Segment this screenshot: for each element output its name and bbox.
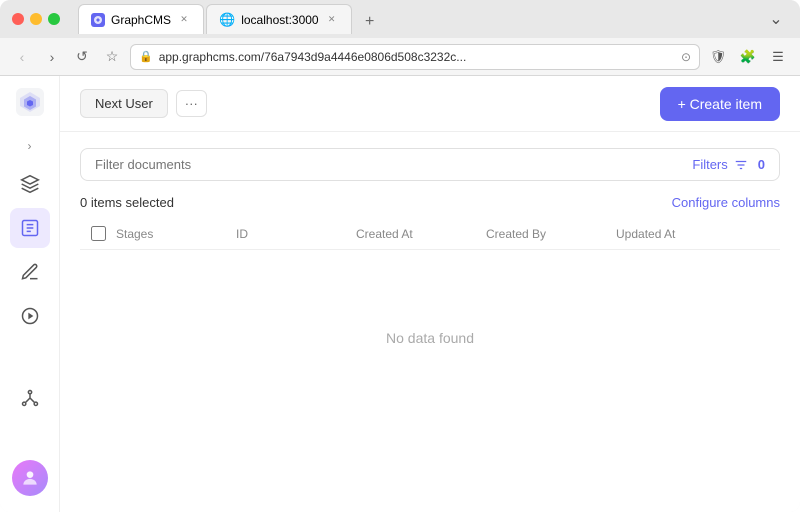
app-content: › (0, 76, 800, 512)
browser-menu-icon[interactable]: ⌄ (764, 7, 788, 31)
new-tab-button[interactable]: + (358, 10, 382, 34)
filter-icon (734, 158, 748, 172)
column-header-stages: Stages (116, 227, 236, 241)
browser-frame: GraphCMS ✕ 🌐 localhost:3000 ✕ + ⌄ ‹ › ↺ … (0, 0, 800, 512)
tab-graphcms-label: GraphCMS (111, 13, 171, 27)
configure-columns-link[interactable]: Configure columns (672, 195, 780, 210)
extensions-icon[interactable]: 🧩 (736, 45, 760, 69)
no-data-message: No data found (80, 250, 780, 426)
tab-graphcms[interactable]: GraphCMS ✕ (78, 4, 204, 34)
minimize-traffic-light[interactable] (30, 13, 42, 25)
column-header-created-at: Created At (356, 227, 486, 241)
bookmark-button[interactable]: ☆ (100, 45, 124, 69)
select-all-checkbox-cell (80, 226, 116, 241)
address-text: app.graphcms.com/76a7943d9a4446e0806d508… (159, 50, 675, 64)
create-item-button[interactable]: + Create item (660, 87, 780, 121)
sidebar-item-api[interactable] (10, 378, 50, 418)
select-all-checkbox[interactable] (91, 226, 106, 241)
graphcms-logo (12, 84, 48, 120)
nav-bar: ‹ › ↺ ☆ 🔒 app.graphcms.com/76a7943d9a444… (0, 38, 800, 76)
tabs-bar: GraphCMS ✕ 🌐 localhost:3000 ✕ + (78, 4, 382, 34)
page-info-icon: ⊙ (681, 50, 691, 64)
browser-settings-icon[interactable]: ☰ (766, 45, 790, 69)
filters-label: Filters (692, 157, 727, 172)
brave-shield-icon[interactable]: 🛡 (706, 45, 730, 69)
selection-row: 0 items selected Configure columns (80, 195, 780, 210)
filters-button[interactable]: Filters 0 (692, 157, 765, 172)
column-header-updated-at: Updated At (616, 227, 780, 241)
toolbar: Next User ··· + Create item (60, 76, 800, 132)
lock-icon: 🔒 (139, 50, 153, 63)
maximize-traffic-light[interactable] (48, 13, 60, 25)
tab-graphcms-close[interactable]: ✕ (177, 13, 191, 27)
sidebar-collapse-button[interactable]: › (16, 132, 44, 160)
column-header-created-by: Created By (486, 227, 616, 241)
title-bar: GraphCMS ✕ 🌐 localhost:3000 ✕ + ⌄ (0, 0, 800, 38)
traffic-lights (12, 13, 60, 25)
close-traffic-light[interactable] (12, 13, 24, 25)
user-avatar[interactable] (12, 460, 48, 496)
sidebar-item-edit[interactable] (10, 208, 50, 248)
forward-button[interactable]: › (40, 45, 64, 69)
tab-localhost-close[interactable]: ✕ (325, 13, 339, 27)
selection-label: 0 items selected (80, 195, 174, 210)
back-button[interactable]: ‹ (10, 45, 34, 69)
sidebar-item-layers[interactable] (10, 164, 50, 204)
sidebar-item-play[interactable] (10, 296, 50, 336)
address-bar[interactable]: 🔒 app.graphcms.com/76a7943d9a4446e0806d5… (130, 44, 700, 70)
next-user-button[interactable]: Next User (80, 89, 168, 118)
column-header-id: ID (236, 227, 356, 241)
tab-localhost-label: localhost:3000 (241, 13, 318, 27)
table-header: Stages ID Created At Created By Updated … (80, 218, 780, 250)
content-area: Filters 0 0 items selected Configure col… (60, 132, 800, 512)
sidebar-item-pen[interactable] (10, 252, 50, 292)
filter-count: 0 (758, 157, 765, 172)
graphcms-favicon (91, 13, 105, 27)
sidebar: › (0, 76, 60, 512)
filter-input[interactable] (95, 157, 692, 172)
nav-right: 🛡 🧩 ☰ (706, 45, 790, 69)
more-options-button[interactable]: ··· (176, 90, 207, 117)
reload-button[interactable]: ↺ (70, 45, 94, 69)
filter-bar: Filters 0 (80, 148, 780, 181)
main-area: Next User ··· + Create item Filters 0 (60, 76, 800, 512)
tab-localhost[interactable]: 🌐 localhost:3000 ✕ (206, 4, 352, 34)
